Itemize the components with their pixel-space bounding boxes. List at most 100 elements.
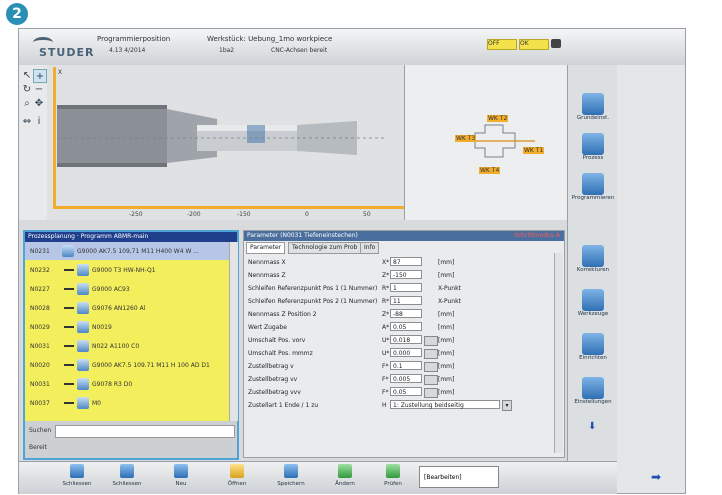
workpiece-label: Werkstück: Uebung_1mo workpiece <box>207 35 333 43</box>
arrow-right-icon[interactable]: ➡ <box>631 461 681 493</box>
gap-icon <box>64 288 74 290</box>
parameter-row: Umschalt Pos. vorv U* 0.018 [mm] <box>248 335 455 346</box>
measure-icon[interactable]: ⇔ <box>21 115 33 127</box>
list-item[interactable]: N0231 G9000 AK7.5 109,71 M11 H400 W4 W .… <box>25 242 229 260</box>
nav-item-werkzeuge[interactable]: Werkzeuge <box>568 289 618 317</box>
close-button[interactable]: Schliessen <box>55 464 99 492</box>
parameter-row: Schleifen Referenzpunkt Pos 2 (1 Nummer)… <box>248 296 461 305</box>
parameter-input[interactable]: 0.05 <box>390 322 422 331</box>
tab-info[interactable]: Info <box>360 242 380 254</box>
list-title: Prozessplanung · Programm ABMR-main <box>25 232 237 242</box>
correction-icon <box>582 245 604 267</box>
y-axis <box>53 67 56 207</box>
parameter-tabs: Parameter Technologie zum Prob Info <box>244 241 564 254</box>
workpiece-drawing <box>57 105 387 167</box>
parameter-input[interactable]: 11 <box>390 296 422 305</box>
nav-item-prozess[interactable]: Prozess <box>568 133 618 161</box>
parameter-input[interactable]: 1 <box>390 283 422 292</box>
block-icon <box>77 378 89 390</box>
check-button[interactable]: Prüfen <box>371 464 415 492</box>
new-file-icon <box>174 464 188 478</box>
app-logo: STUDER <box>39 46 95 59</box>
lookup-button[interactable] <box>424 388 438 398</box>
block-icon <box>77 340 89 352</box>
list-item[interactable]: N0037 M0 <box>25 394 229 412</box>
parameter-scrollbar[interactable] <box>554 253 563 453</box>
search-label: Suchen <box>29 427 52 434</box>
program-version: 4.13 4/2014 <box>109 47 146 54</box>
parameter-row: Schleifen Referenzpunkt Pos 1 (1 Nummer)… <box>248 283 461 292</box>
grid-icon <box>77 397 89 409</box>
lookup-button[interactable] <box>424 336 438 346</box>
pan-icon[interactable]: ✥ <box>33 97 45 109</box>
list-item[interactable]: N0232 G9000 T3 HW-NH-Q1 <box>25 261 229 279</box>
tick-label: -250 <box>129 211 143 218</box>
list-scrollbar[interactable] <box>229 242 238 421</box>
close-icon <box>70 464 84 478</box>
parameter-input[interactable]: 0.000 <box>390 348 422 357</box>
nav-item-korrekturen[interactable]: Korrekturen <box>568 245 618 273</box>
parameter-input[interactable]: 87 <box>390 257 422 266</box>
parameter-input[interactable]: 0.005 <box>390 374 422 383</box>
setup-icon <box>582 333 604 355</box>
list-item[interactable]: N0029 N0019 <box>25 318 229 336</box>
x-axis <box>53 206 404 209</box>
list-item[interactable]: N0028 G9076 AN1260 Al <box>25 299 229 317</box>
side-navigation: Grundeinst. Prozess Programmieren Korrek… <box>567 65 618 461</box>
edit-icon <box>338 464 352 478</box>
status-badge-ok: OK <box>519 39 549 50</box>
tab-parameter[interactable]: Parameter <box>246 242 286 254</box>
error-text: Schrittmodus A <box>513 232 560 239</box>
list-item[interactable]: N0031 G9078 R3 D0 <box>25 375 229 393</box>
y-axis-label: X <box>58 69 63 76</box>
parameter-row: Wert Zugabe A* 0.05 [mm] <box>248 322 455 331</box>
zoom-plus-icon[interactable]: + <box>33 69 47 83</box>
list-item[interactable]: N0020 G9000 AK7.5 109.71 M11 H 100 AD D1 <box>25 356 229 374</box>
cursor-icon[interactable]: ↖ <box>21 69 33 81</box>
open-button[interactable]: Öffnen <box>215 464 259 492</box>
edit-button[interactable]: Ändern <box>323 464 367 492</box>
search-input[interactable] <box>55 425 235 438</box>
parameter-panel: Parameter (N0031 Tiefeneinstechen) Schri… <box>243 230 565 458</box>
info-icon[interactable]: i <box>33 115 45 127</box>
close-all-button[interactable]: Schliessen <box>105 464 149 492</box>
parameter-input[interactable]: -150 <box>390 270 422 279</box>
empty-side-area <box>617 65 685 493</box>
close-all-icon <box>120 464 134 478</box>
nav-item-programmieren[interactable]: Programmieren <box>568 173 618 201</box>
parameter-input[interactable]: 0.05 <box>390 387 422 396</box>
parameter-input[interactable]: 0.018 <box>390 335 422 344</box>
screen-icon[interactable] <box>551 39 561 48</box>
parameter-row: Nennmass Z Z* -150 [mm] <box>248 270 455 279</box>
parameter-input[interactable]: -88 <box>390 309 422 318</box>
nav-item-einstellungen[interactable]: Einstellungen <box>568 377 618 405</box>
preview-tag: WK T4 <box>479 167 501 174</box>
nav-down-arrow-icon[interactable]: ⬇ <box>588 421 596 432</box>
list-item[interactable]: N0227 G9000 AC93 <box>25 280 229 298</box>
simulation-viewport[interactable]: X -250 -200 -150 0 50 <box>47 65 420 220</box>
zoom-minus-icon[interactable]: − <box>33 83 45 95</box>
workpiece-id: 1ba2 <box>219 47 235 54</box>
save-button[interactable]: Speichern <box>269 464 313 492</box>
tick-label: 0 <box>305 211 309 218</box>
nav-item-grundeinst[interactable]: Grundeinst. <box>568 93 618 121</box>
parameter-select[interactable]: 1: Zustellung beidseitig <box>390 400 500 409</box>
parameter-row: Zustellbetrag vvv F* 0.05 [mm] <box>248 387 455 398</box>
list-item[interactable]: N0031 N022 A1100 C0 <box>25 337 229 355</box>
lookup-button[interactable] <box>424 362 438 372</box>
lookup-button[interactable] <box>424 349 438 359</box>
parameter-input[interactable]: 0.1 <box>390 361 422 370</box>
magnifier-icon[interactable]: ⌕ <box>21 97 33 109</box>
parameter-title: Parameter (N0031 Tiefeneinstechen) Schri… <box>244 231 564 241</box>
lookup-button[interactable] <box>424 375 438 385</box>
rotate-icon[interactable]: ↻ <box>21 83 33 95</box>
block-icon <box>77 264 89 276</box>
parameter-row: Nennmass Z Position 2 Z* -88 [mm] <box>248 309 455 318</box>
step-badge: 2 <box>6 3 28 25</box>
chevron-down-icon[interactable]: ▾ <box>502 400 512 411</box>
tab-technologie[interactable]: Technologie zum Prob <box>288 242 362 254</box>
new-button[interactable]: Neu <box>159 464 203 492</box>
nav-item-einrichten[interactable]: Einrichten <box>568 333 618 361</box>
folder-icon <box>230 464 244 478</box>
part-preview: WK T2 WK T3 WK T1 WK T4 <box>405 65 567 220</box>
